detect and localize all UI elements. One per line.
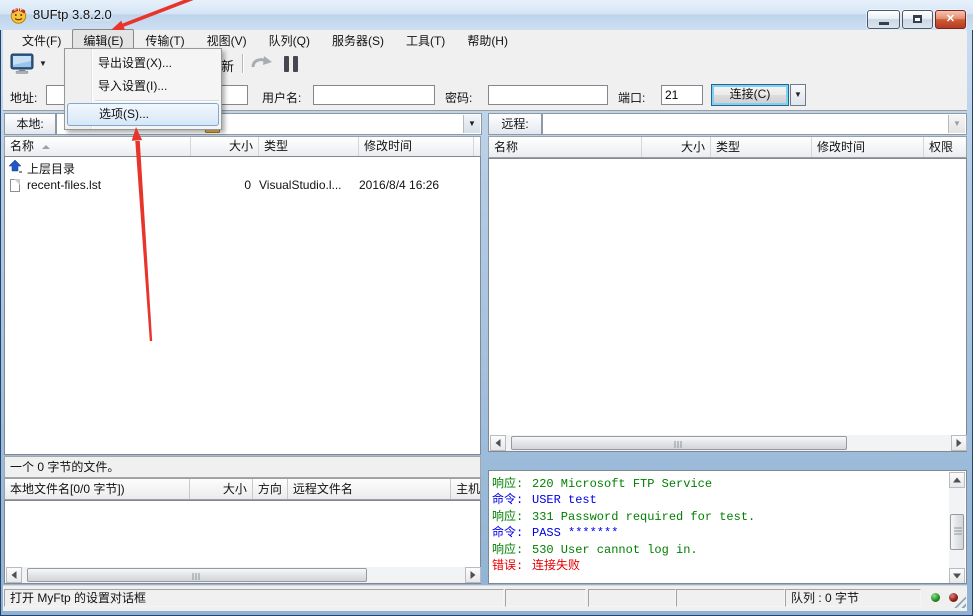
list-item-parent-dir[interactable]: 上层目录 [5, 159, 480, 177]
local-list-header: 名称 大小 类型 修改时间 [4, 136, 481, 157]
queue-col-localname[interactable]: 本地文件名[0/0 字节]) [5, 479, 190, 499]
local-col-modified[interactable]: 修改时间 [359, 137, 474, 156]
remote-col-size[interactable]: 大小 [642, 137, 711, 157]
computer-icon [10, 53, 36, 75]
remote-list-header: 名称 大小 类型 修改时间 权限 [488, 136, 967, 158]
queue-col-size[interactable]: 大小 [190, 479, 253, 499]
close-icon: ✕ [946, 13, 955, 25]
log-panel: 响应:220 Microsoft FTP Service 命令:USER tes… [488, 470, 967, 584]
scroll-right-button[interactable] [465, 567, 481, 583]
queue-horizontal-scrollbar[interactable] [6, 567, 481, 583]
pause-icon[interactable] [284, 56, 301, 72]
app-window: FTP 8UFtp 3.8.2.0 ✕ 文件(F) 编辑(E) 传输(T) 视图… [0, 0, 973, 616]
connect-dropdown-button[interactable]: ▼ [790, 84, 806, 106]
local-file-list: 上层目录 recent-files.lst 0 VisualStudio.l..… [4, 156, 481, 455]
port-label: 端口: [618, 89, 645, 106]
menu-item-export-settings[interactable]: 导出设置(X)... [67, 52, 219, 75]
remote-path-combobox[interactable]: ▼ [542, 113, 967, 135]
list-item-file[interactable]: recent-files.lst 0 VisualStudio.l... 201… [5, 177, 480, 195]
up-directory-icon [9, 160, 23, 174]
address-label: 地址: [10, 89, 37, 106]
menu-item-options[interactable]: 选项(S)... [67, 103, 219, 126]
log-line: 命令:USER test [489, 492, 949, 508]
toolbar-separator [242, 54, 243, 73]
remote-col-type[interactable]: 类型 [711, 137, 812, 157]
username-label: 用户名: [262, 89, 301, 106]
transfer-icon[interactable] [251, 54, 273, 73]
local-col-size[interactable]: 大小 [191, 137, 259, 156]
queue-header: 本地文件名[0/0 字节]) 大小 方向 远程文件名 主机 [4, 478, 481, 500]
remote-file-list [488, 158, 967, 452]
log-vertical-scrollbar[interactable] [949, 472, 965, 584]
connect-button[interactable]: 连接(C) [711, 84, 789, 106]
maximize-icon [913, 15, 922, 23]
close-button[interactable]: ✕ [935, 10, 966, 29]
local-col-type[interactable]: 类型 [259, 137, 359, 156]
menu-queue[interactable]: 队列(Q) [258, 29, 321, 52]
username-input[interactable] [313, 85, 435, 105]
queue-col-host[interactable]: 主机 [451, 479, 480, 499]
log-line: 响应:530 User cannot log in. [489, 542, 949, 558]
scrollbar-thumb[interactable] [511, 436, 847, 450]
menu-separator [95, 100, 219, 101]
menu-item-import-settings[interactable]: 导入设置(I)... [67, 75, 219, 98]
menu-tools[interactable]: 工具(T) [395, 29, 456, 52]
password-label: 密码: [445, 89, 472, 106]
sort-asc-icon [42, 145, 50, 149]
password-input[interactable] [488, 85, 608, 105]
local-tab[interactable]: 本地: [4, 113, 56, 135]
minimize-icon [879, 22, 889, 25]
port-input[interactable] [661, 85, 703, 105]
app-ftp-smiley-icon: FTP [9, 5, 28, 24]
remote-col-permissions[interactable]: 权限 [924, 137, 966, 157]
menu-bar: 文件(F) 编辑(E) 传输(T) 视图(V) 队列(Q) 服务器(S) 工具(… [3, 30, 967, 50]
remote-tab[interactable]: 远程: [488, 113, 542, 135]
remote-horizontal-scrollbar[interactable] [490, 435, 967, 451]
scroll-left-button[interactable] [490, 435, 506, 451]
status-bar: 打开 MyFtp 的设置对话框 队列 : 0 字节 [3, 585, 967, 611]
file-icon [10, 179, 20, 192]
status-led-red-icon [949, 593, 958, 602]
log-line: 响应:220 Microsoft FTP Service [489, 476, 949, 492]
svg-text:FTP: FTP [14, 7, 23, 12]
scrollbar-thumb[interactable] [950, 514, 964, 550]
status-section [676, 589, 785, 607]
toolbar-connect-button[interactable]: ▼ [10, 52, 56, 75]
edit-menu-popup: 导出设置(X)... 导入设置(I)... 选项(S)... [64, 48, 222, 130]
log-line: 错误:连接失败 [489, 558, 949, 574]
log-line: 命令:PASS ******* [489, 525, 949, 541]
menu-server[interactable]: 服务器(S) [321, 29, 395, 52]
status-section [588, 589, 676, 607]
status-led-green-icon [931, 593, 940, 602]
window-title: 8UFtp 3.8.2.0 [33, 7, 112, 22]
chevron-down-icon[interactable]: ▼ [948, 115, 965, 133]
queue-list [4, 500, 481, 584]
minimize-button[interactable] [867, 10, 900, 29]
chevron-down-icon: ▼ [39, 59, 47, 68]
scrollbar-thumb[interactable] [27, 568, 367, 582]
local-col-name[interactable]: 名称 [5, 137, 191, 156]
scroll-down-button[interactable] [949, 568, 965, 584]
scroll-left-button[interactable] [6, 567, 22, 583]
menu-help[interactable]: 帮助(H) [456, 29, 519, 52]
status-message: 打开 MyFtp 的设置对话框 [4, 589, 504, 607]
remote-col-name[interactable]: 名称 [489, 137, 642, 157]
local-status-text: 一个 0 字节的文件。 [4, 456, 481, 478]
remote-col-modified[interactable]: 修改时间 [812, 137, 924, 157]
maximize-button[interactable] [902, 10, 933, 29]
queue-col-direction[interactable]: 方向 [253, 479, 288, 499]
chevron-down-icon[interactable]: ▼ [463, 115, 480, 133]
status-section [505, 589, 586, 607]
chevron-down-icon: ▼ [794, 90, 802, 99]
title-bar[interactable]: FTP 8UFtp 3.8.2.0 ✕ [0, 0, 973, 30]
scroll-up-button[interactable] [949, 472, 965, 488]
scroll-right-button[interactable] [951, 435, 967, 451]
log-line: 响应:331 Password required for test. [489, 509, 949, 525]
queue-col-remotename[interactable]: 远程文件名 [288, 479, 451, 499]
toolbar-refresh-button-partial[interactable]: 新 [221, 56, 234, 75]
status-queue-info: 队列 : 0 字节 [785, 589, 921, 607]
